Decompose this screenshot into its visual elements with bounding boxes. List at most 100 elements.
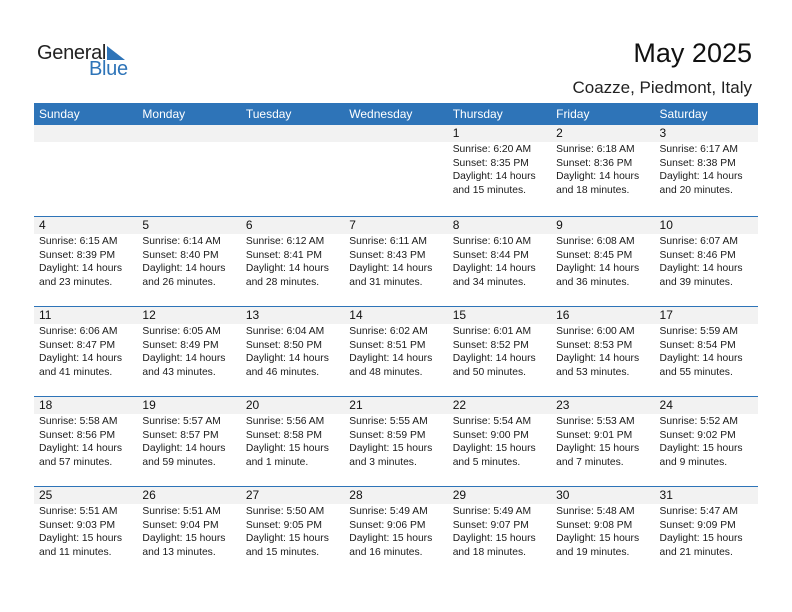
daylight-text: Daylight: 15 hours [556, 533, 640, 544]
sunset-text: Sunset: 8:35 PM [452, 157, 529, 169]
daylight-text: Daylight: 14 hours [556, 353, 640, 364]
weekday-monday: Monday [142, 107, 186, 121]
sunset-text: Sunset: 8:56 PM [39, 429, 116, 441]
day-cell: 31 Sunrise: 5:47 AM Sunset: 9:09 PM Dayligh… [654, 487, 758, 576]
sunrise-text: Sunrise: 5:51 AM [142, 506, 221, 517]
day-cell: 7 Sunrise: 6:11 AM Sunset: 8:43 PM Daylight… [344, 217, 448, 306]
day-number: 22 [447, 397, 552, 414]
day-info: Sunrise: 5:54 AM Sunset: 9:00 PM Daylight:… [448, 414, 551, 469]
day-info: Sunrise: 5:55 AM Sunset: 8:59 PM Daylight:… [344, 414, 447, 469]
day-info: Sunrise: 5:59 AM Sunset: 8:54 PM Daylight:… [655, 324, 758, 379]
location-subtitle: Coazze, Piedmont, Italy [572, 78, 752, 97]
day-cell: 26 Sunrise: 5:51 AM Sunset: 9:04 PM Dayligh… [137, 487, 241, 576]
day-number: 11 [34, 307, 138, 324]
sunrise-text: Sunrise: 5:47 AM [659, 506, 738, 517]
day-cell: 3 Sunrise: 6:17 AM Sunset: 8:38 PM Daylight… [654, 125, 758, 216]
daylight-text: and 11 minutes. [39, 546, 112, 558]
daylight-text: and 26 minutes. [142, 276, 216, 288]
daylight-text: and 7 minutes. [556, 456, 624, 468]
daylight-text: Daylight: 15 hours [39, 533, 122, 544]
daylight-text: and 36 minutes. [556, 276, 630, 288]
daylight-text: Daylight: 14 hours [556, 263, 640, 274]
sunset-text: Sunset: 8:47 PM [39, 339, 116, 351]
day-info: Sunrise: 6:06 AM Sunset: 8:47 PM Daylight:… [34, 324, 137, 379]
week-row: 4 Sunrise: 6:15 AM Sunset: 8:39 PM Daylight… [34, 216, 758, 306]
daylight-text: Daylight: 15 hours [556, 443, 640, 454]
daylight-text: and 15 minutes. [245, 546, 320, 558]
empty-day-cell [34, 125, 138, 216]
day-info: Sunrise: 5:50 AM Sunset: 9:05 PM Daylight:… [241, 504, 344, 559]
logo-text-blue: Blue [89, 58, 128, 80]
daylight-text: and 1 minute. [245, 456, 309, 468]
daylight-text: Daylight: 14 hours [452, 171, 536, 182]
day-info: Sunrise: 6:07 AM Sunset: 8:46 PM Daylight:… [655, 234, 758, 289]
day-number: 31 [654, 487, 758, 504]
weekday-saturday: Saturday [659, 107, 708, 121]
day-cell: 12 Sunrise: 6:05 AM Sunset: 8:49 PM Dayligh… [137, 307, 241, 396]
day-cell: 23 Sunrise: 5:53 AM Sunset: 9:01 PM Dayligh… [551, 397, 655, 486]
weekday-sunday: Sunday [39, 107, 80, 121]
daylight-text: and 46 minutes. [245, 366, 320, 378]
day-cell: 11 Sunrise: 6:06 AM Sunset: 8:47 PM Dayligh… [34, 307, 138, 396]
day-number: 9 [551, 217, 655, 234]
day-number: 3 [654, 125, 758, 142]
day-info: Sunrise: 5:58 AM Sunset: 8:56 PM Daylight:… [34, 414, 137, 469]
day-info: Sunrise: 5:47 AM Sunset: 9:09 PM Daylight:… [655, 504, 758, 559]
day-cell: 29 Sunrise: 5:49 AM Sunset: 9:07 PM Dayligh… [447, 487, 552, 576]
day-number: 30 [551, 487, 655, 504]
daylight-text: and 55 minutes. [659, 366, 733, 378]
daylight-text: and 9 minutes. [659, 456, 728, 468]
day-cell: 24 Sunrise: 5:52 AM Sunset: 9:02 PM Dayligh… [654, 397, 758, 486]
day-info: Sunrise: 5:52 AM Sunset: 9:02 PM Daylight:… [655, 414, 758, 469]
day-number [137, 125, 241, 142]
daylight-text: Daylight: 14 hours [142, 263, 226, 274]
sunrise-text: Sunrise: 6:00 AM [556, 326, 635, 337]
day-info: Sunrise: 5:48 AM Sunset: 9:08 PM Daylight:… [551, 504, 654, 559]
page-title: May 2025 [633, 38, 752, 68]
day-number: 16 [551, 307, 655, 324]
sunrise-text: Sunrise: 5:51 AM [39, 506, 118, 517]
sunset-text: Sunset: 8:41 PM [245, 249, 322, 261]
daylight-text: Daylight: 14 hours [39, 263, 122, 274]
day-info: Sunrise: 6:05 AM Sunset: 8:49 PM Daylight:… [137, 324, 240, 379]
day-number [34, 125, 138, 142]
week-row: 18 Sunrise: 5:58 AM Sunset: 8:56 PM Dayligh… [34, 396, 758, 486]
sunset-text: Sunset: 9:00 PM [452, 429, 529, 441]
sunset-text: Sunset: 8:43 PM [349, 249, 426, 261]
sunrise-text: Sunrise: 6:12 AM [245, 236, 325, 247]
day-number: 12 [137, 307, 241, 324]
daylight-text: and 59 minutes. [142, 456, 216, 468]
daylight-text: Daylight: 14 hours [142, 353, 226, 364]
sunset-text: Sunset: 9:08 PM [556, 519, 633, 531]
day-info: Sunrise: 6:15 AM Sunset: 8:39 PM Daylight:… [34, 234, 137, 289]
calendar-weeks: 1 Sunrise: 6:20 AM Sunset: 8:35 PM Daylight… [34, 125, 758, 576]
sunrise-text: Sunrise: 6:14 AM [142, 236, 221, 247]
day-cell: 15 Sunrise: 6:01 AM Sunset: 8:52 PM Dayligh… [447, 307, 552, 396]
day-info: Sunrise: 6:12 AM Sunset: 8:41 PM Daylight:… [241, 234, 344, 289]
sunset-text: Sunset: 9:03 PM [39, 519, 116, 531]
sunrise-text: Sunrise: 6:07 AM [659, 236, 738, 247]
day-number: 19 [137, 397, 241, 414]
week-row: 11 Sunrise: 6:06 AM Sunset: 8:47 PM Dayligh… [34, 306, 758, 396]
daylight-text: Daylight: 15 hours [452, 443, 536, 454]
sunrise-text: Sunrise: 5:55 AM [349, 416, 428, 427]
daylight-text: Daylight: 14 hours [245, 353, 329, 364]
daylight-text: Daylight: 15 hours [659, 443, 743, 454]
sunset-text: Sunset: 8:49 PM [142, 339, 219, 351]
sunrise-text: Sunrise: 5:58 AM [39, 416, 118, 427]
week-row: 1 Sunrise: 6:20 AM Sunset: 8:35 PM Daylight… [34, 125, 758, 216]
daylight-text: and 48 minutes. [349, 366, 423, 378]
day-number: 26 [137, 487, 241, 504]
daylight-text: and 18 minutes. [556, 184, 630, 196]
day-number: 15 [447, 307, 552, 324]
sunset-text: Sunset: 9:06 PM [349, 519, 426, 531]
daylight-text: Daylight: 14 hours [349, 353, 433, 364]
day-info: Sunrise: 6:04 AM Sunset: 8:50 PM Daylight:… [241, 324, 344, 379]
day-info: Sunrise: 6:00 AM Sunset: 8:53 PM Daylight:… [551, 324, 654, 379]
day-info: Sunrise: 6:11 AM Sunset: 8:43 PM Daylight:… [344, 234, 447, 289]
sunrise-text: Sunrise: 5:48 AM [556, 506, 635, 517]
day-info: Sunrise: 5:49 AM Sunset: 9:07 PM Daylight:… [448, 504, 551, 559]
sunrise-text: Sunrise: 5:57 AM [142, 416, 221, 427]
daylight-text: Daylight: 14 hours [142, 443, 226, 454]
daylight-text: and 57 minutes. [39, 456, 113, 468]
